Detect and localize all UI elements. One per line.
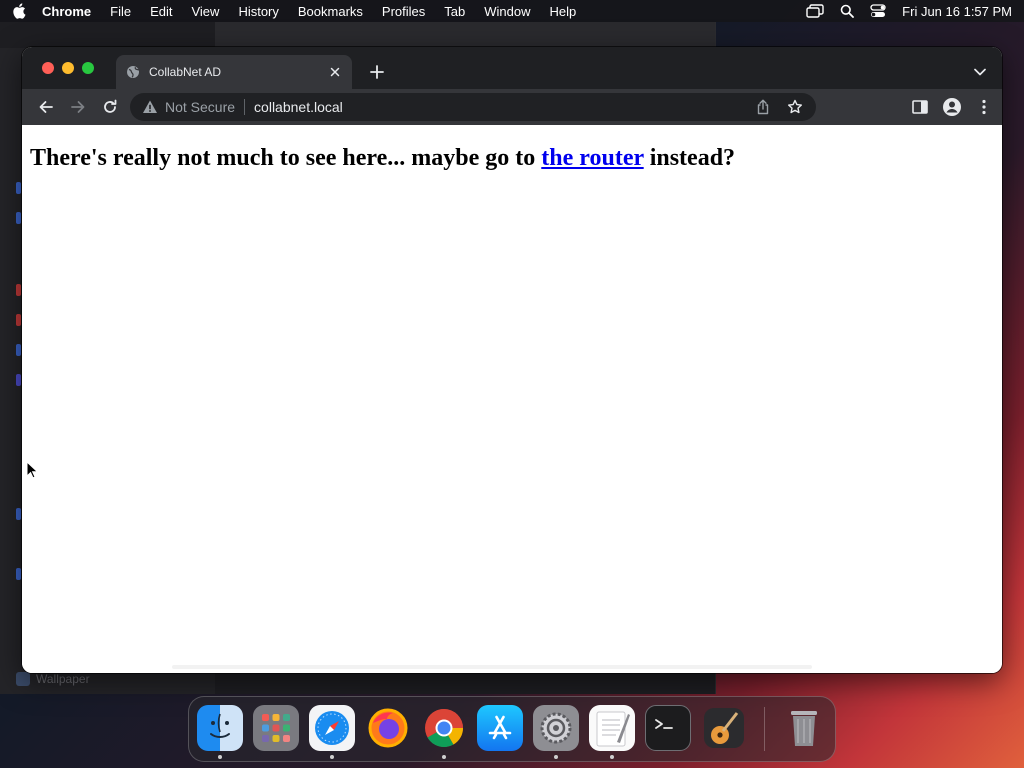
toolbar-right-icons [908,93,996,121]
background-sidebar-marker [16,212,21,224]
running-indicator [218,755,222,759]
mouse-cursor-icon [26,461,38,479]
background-sidebar-marker [16,374,21,386]
arrow-left-icon [39,101,53,113]
chevron-down-icon [974,68,986,76]
side-panel-button[interactable] [908,93,932,121]
reload-icon [104,99,117,113]
horizontal-scroll-hint [172,665,812,669]
page-content: There's really not much to see here... m… [22,125,1002,673]
menu-bar: Chrome File Edit View History Bookmarks … [0,0,1024,22]
menu-window[interactable]: Window [484,4,530,19]
background-sidebar-marker [16,284,21,296]
menu-profiles[interactable]: Profiles [382,4,425,19]
profile-avatar-icon [943,98,961,116]
window-zoom-button[interactable] [82,62,94,74]
control-center-icon[interactable] [870,4,886,18]
heading-text-after: instead? [643,145,736,171]
dock-divider [764,707,765,751]
menu-help[interactable]: Help [550,4,577,19]
tab-search-button[interactable] [972,64,988,80]
terminal-icon[interactable] [645,705,691,751]
back-button[interactable] [30,93,62,121]
background-sidebar-marker [16,508,21,520]
spotlight-search-icon[interactable] [840,4,855,18]
side-panel-icon [912,100,928,114]
system-settings-icon[interactable] [533,705,579,759]
background-sidebar-marker [16,182,21,194]
background-window-tabstrip [215,22,715,48]
screen-mirroring-icon[interactable] [806,4,824,18]
warning-triangle-icon[interactable] [142,99,158,115]
window-close-button[interactable] [42,62,54,74]
menubar-clock[interactable]: Fri Jun 16 1:57 PM [902,4,1012,19]
chrome-menu-button[interactable] [972,93,996,121]
background-sidebar-marker [16,568,21,580]
url-text[interactable]: collabnet.local [254,99,740,115]
background-footer-label: Wallpaper [36,672,90,686]
background-sidebar-marker [16,314,21,326]
wallpaper-icon [16,672,30,686]
chrome-icon[interactable] [421,705,467,759]
background-window-footer: Wallpaper [16,672,90,686]
dock [188,696,836,762]
globe-icon [126,65,140,79]
tab-collabnet[interactable]: CollabNet AD [116,55,352,89]
more-vertical-icon [982,99,986,115]
running-indicator [554,755,558,759]
menu-tab[interactable]: Tab [444,4,465,19]
browser-toolbar: Not Secure collabnet.local [22,89,1002,125]
menu-bookmarks[interactable]: Bookmarks [298,4,363,19]
security-status-label[interactable]: Not Secure [165,99,235,115]
running-indicator [610,755,614,759]
tab-close-icon[interactable] [328,65,342,79]
new-tab-button[interactable] [368,63,386,81]
reload-button[interactable] [94,93,126,121]
launchpad-icon[interactable] [253,705,299,751]
textedit-icon[interactable] [589,705,635,759]
bookmark-star-icon[interactable] [786,98,804,116]
router-link[interactable]: the router [541,145,643,171]
menu-file[interactable]: File [110,4,131,19]
plus-icon [370,65,384,79]
trash-icon[interactable] [781,705,827,751]
app-store-icon[interactable] [477,705,523,751]
menu-history[interactable]: History [238,4,278,19]
forward-button[interactable] [62,93,94,121]
window-controls [42,62,94,74]
share-icon[interactable] [754,98,772,116]
heading-text-before: There's really not much to see here... m… [30,145,542,171]
window-minimize-button[interactable] [62,62,74,74]
page-heading: There's really not much to see here... m… [30,145,735,172]
arrow-right-icon [71,101,85,113]
address-bar-separator [244,99,246,115]
finder-icon[interactable] [197,705,243,759]
browser-window: CollabNet AD Not Secure collabnet.local … [22,47,1002,673]
background-sidebar-marker [16,344,21,356]
profile-button[interactable] [940,93,964,121]
tab-strip: CollabNet AD [22,47,1002,89]
menu-view[interactable]: View [191,4,219,19]
menu-edit[interactable]: Edit [150,4,172,19]
tab-title: CollabNet AD [149,65,222,79]
menu-chrome[interactable]: Chrome [42,4,91,19]
firefox-icon[interactable] [365,705,411,751]
apple-menu-icon[interactable] [12,3,26,19]
address-bar[interactable]: Not Secure collabnet.local [130,93,816,121]
running-indicator [442,755,446,759]
running-indicator [330,755,334,759]
safari-icon[interactable] [309,705,355,759]
garageband-icon[interactable] [701,705,747,751]
